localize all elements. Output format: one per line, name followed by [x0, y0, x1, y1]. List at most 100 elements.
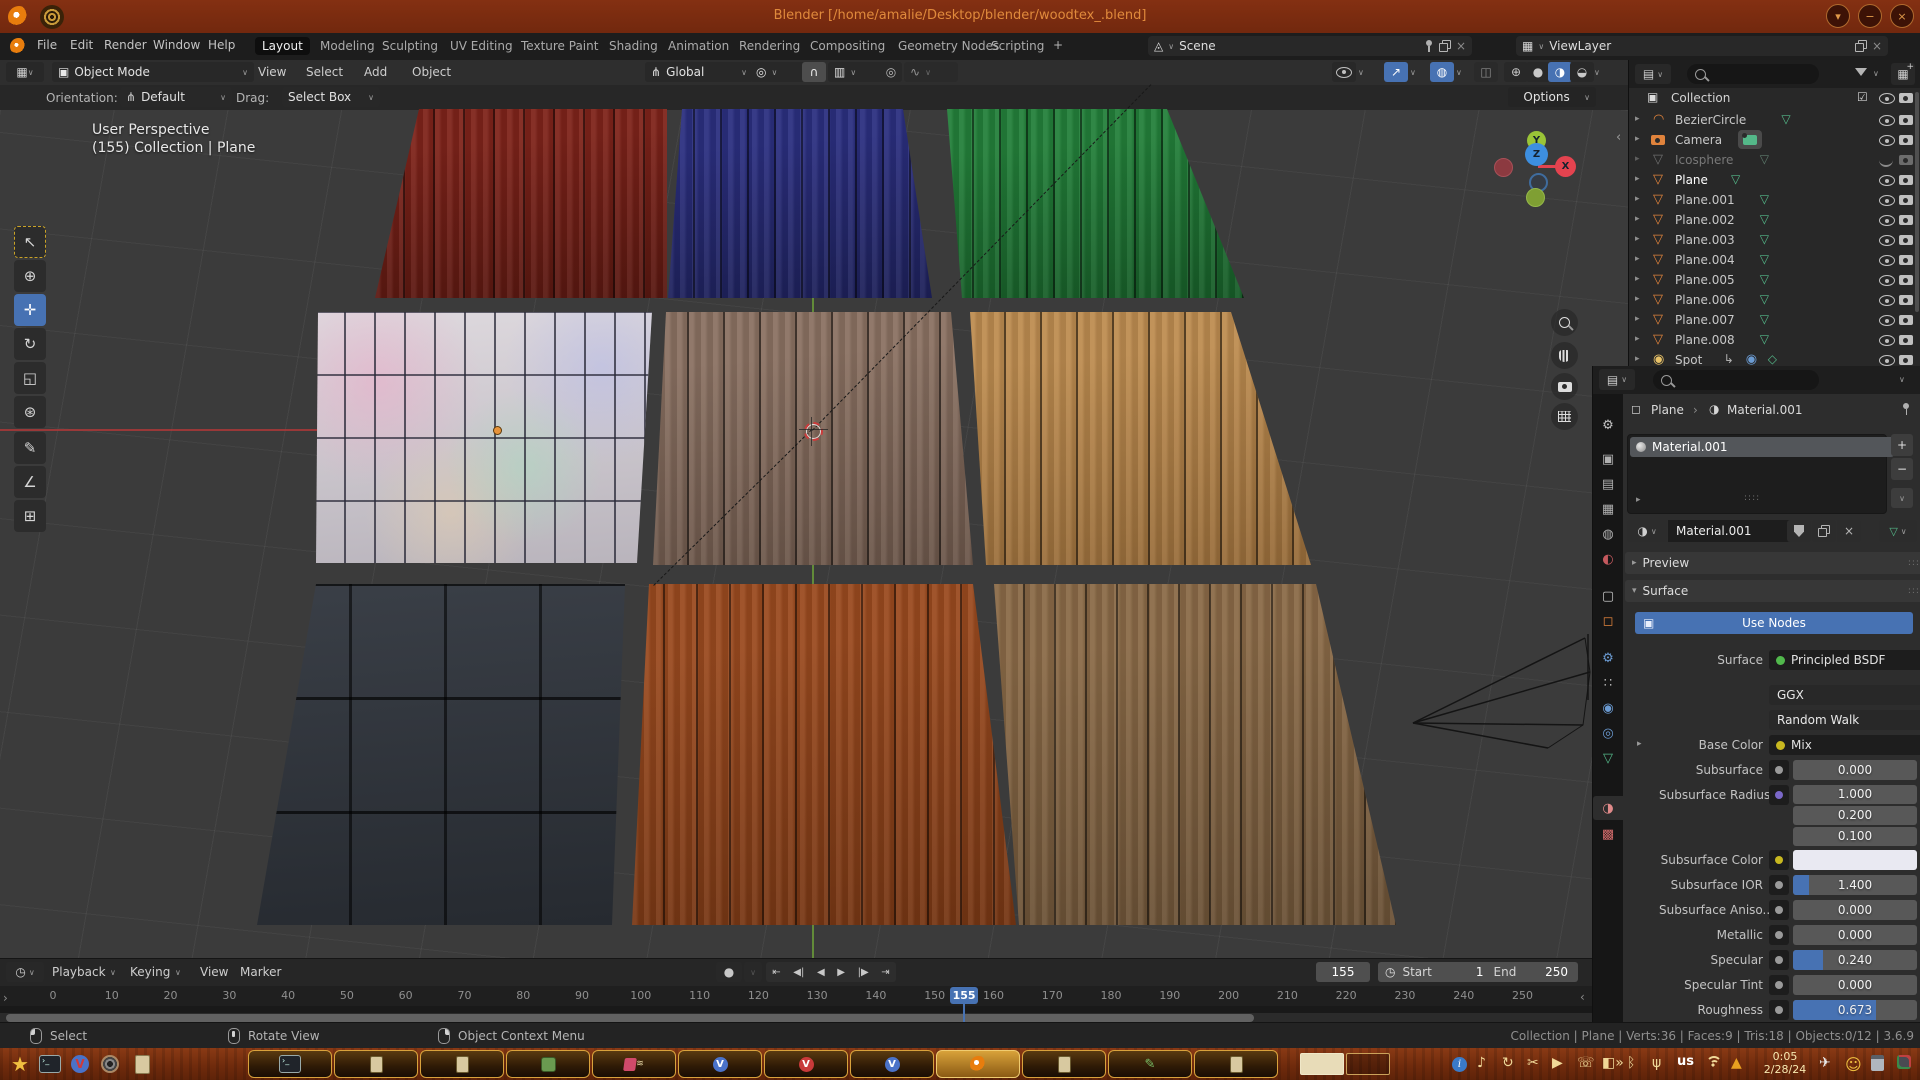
snap-target-dropdown[interactable]: ▥∨ [828, 62, 884, 82]
outliner-row[interactable]: ▸▽Plane.007▽ [1629, 310, 1920, 330]
outliner-row[interactable]: ▸▽Plane.001▽ [1629, 190, 1920, 210]
disclosure-triangle-icon[interactable]: ▸ [1635, 154, 1640, 164]
disclosure-triangle-icon[interactable]: ▸ [1635, 234, 1640, 244]
eye-icon[interactable] [1879, 275, 1895, 286]
properties-tab-view-layer[interactable]: ▦ [1593, 497, 1623, 521]
disclosure-triangle-icon[interactable]: ▸ [1635, 214, 1640, 224]
properties-tab-scene[interactable]: ◍ [1593, 522, 1623, 546]
autokey-record-button[interactable]: ● [716, 962, 742, 982]
material-name-field[interactable]: Material.001 [1668, 520, 1802, 542]
eye-icon[interactable] [1879, 315, 1895, 326]
eye-icon[interactable] [1879, 235, 1895, 246]
plane-white[interactable] [316, 312, 652, 563]
eye-icon[interactable] [1879, 115, 1895, 126]
object-name[interactable]: Plane.006 [1675, 293, 1735, 307]
properties-tab-object[interactable]: ◻ [1593, 609, 1623, 633]
timeline-menu-keying[interactable]: Keying [130, 965, 170, 979]
slider-metallic[interactable]: 0.000 [1793, 925, 1917, 945]
sidebar-collapse-arrow[interactable]: ‹ [1616, 130, 1621, 145]
menu-edit[interactable]: Edit [70, 38, 93, 52]
grip-handle[interactable]: :::: [1908, 558, 1920, 568]
gizmo-toggle[interactable]: ↗ [1384, 62, 1408, 82]
previous-keyframe-button[interactable]: ◀| [793, 967, 804, 978]
restore-button[interactable]: − [1858, 4, 1882, 28]
camera-excluded-icon[interactable] [1899, 155, 1913, 165]
viewlayer-selector[interactable]: ▦∨ ViewLayer × [1516, 36, 1888, 56]
outliner-row[interactable]: ▸Camera [1629, 130, 1920, 150]
gizmo-axis-x[interactable]: X [1555, 156, 1576, 177]
camera-toggle-icon[interactable] [1899, 215, 1913, 225]
slider-subsurface-radius-1[interactable]: 0.200 [1793, 806, 1917, 825]
timeline-editor-type-button[interactable]: ◷∨ [6, 962, 44, 982]
shading-wireframe-button[interactable]: ⊕ [1504, 62, 1528, 82]
field-ggx[interactable]: GGX∨ [1769, 685, 1920, 705]
plane-rust[interactable] [632, 584, 1016, 925]
tool-rotate-button[interactable]: ↻ [14, 328, 46, 360]
collection-name[interactable]: Collection [1671, 91, 1730, 105]
timeline-menu-marker[interactable]: Marker [240, 965, 281, 979]
outliner-row[interactable]: ▸▽Plane.003▽ [1629, 230, 1920, 250]
tab-sculpting[interactable]: Sculpting [375, 37, 445, 55]
plane-tan[interactable] [970, 312, 1311, 565]
tray-scissors-icon[interactable]: ✂ [1527, 1055, 1539, 1071]
chevron-down-icon[interactable]: ∨ [1358, 68, 1364, 77]
tool-cursor-button[interactable]: ⊕ [14, 260, 46, 292]
viewport-menu-add[interactable]: Add [364, 65, 387, 79]
orientation-dropdown[interactable]: ⋔ Default ∨ [120, 87, 232, 107]
tab-uv-editing[interactable]: UV Editing [443, 37, 520, 55]
properties-search-input[interactable] [1653, 370, 1819, 390]
copy-material-button[interactable] [1812, 520, 1836, 542]
camera-toggle-icon[interactable] [1899, 275, 1913, 285]
snap-magnet-toggle[interactable]: ∩ [802, 62, 826, 82]
input-toggle-subsurface-radius[interactable] [1769, 785, 1789, 805]
disclosure-triangle-icon[interactable]: ▸ [1635, 294, 1640, 304]
outliner-row[interactable]: ▸▽Plane.005▽ [1629, 270, 1920, 290]
properties-tab-physics[interactable]: ◉ [1593, 696, 1623, 720]
grip-handle[interactable]: :::: [1908, 586, 1920, 596]
slider-subsurface-aniso-[interactable]: 0.000 [1793, 900, 1917, 920]
tool-annotate-button[interactable]: ✎ [14, 432, 46, 464]
viewport-menu-select[interactable]: Select [306, 65, 343, 79]
properties-tab-output[interactable]: ▤ [1593, 472, 1623, 496]
breadcrumb-object[interactable]: Plane [1651, 403, 1684, 417]
tray-keyboard-layout[interactable]: us [1677, 1054, 1694, 1069]
input-toggle-subsurface-aniso-[interactable] [1769, 900, 1789, 920]
jump-to-end-button[interactable]: ⇥ [881, 967, 889, 978]
node-filter-button[interactable]: ▽∨ [1879, 520, 1917, 542]
taskbar-window-file[interactable] [1022, 1050, 1106, 1078]
eye-icon[interactable] [1879, 215, 1895, 226]
plane-red[interactable] [375, 109, 667, 298]
object-name[interactable]: Plane.007 [1675, 313, 1735, 327]
camera-toggle-icon[interactable] [1899, 355, 1913, 365]
shading-rendered-button[interactable]: ◒ [1570, 62, 1594, 82]
disclosure-triangle-icon[interactable]: ▸ [1635, 274, 1640, 284]
tab-modeling[interactable]: Modeling [313, 37, 382, 55]
autokey-options-chevron[interactable]: ∨ [744, 962, 762, 982]
current-frame-field[interactable]: 155 [1316, 962, 1370, 982]
pin-icon[interactable] [1901, 402, 1911, 416]
eye-closed-icon[interactable] [1879, 158, 1893, 167]
filter-icon[interactable] [1855, 68, 1867, 76]
disclosure-triangle-icon[interactable]: ▸ [1636, 495, 1641, 505]
new-collection-button[interactable]: ▦+ [1891, 63, 1915, 85]
launcher-menu-star[interactable]: ★ [8, 1053, 32, 1075]
proportional-editing-toggle[interactable]: ◎ [880, 62, 902, 82]
gizmo-axis-z-neg[interactable] [1526, 188, 1545, 207]
input-toggle-metallic[interactable] [1769, 925, 1789, 945]
launcher-video-player[interactable]: V [68, 1053, 92, 1075]
menu-file[interactable]: File [37, 38, 57, 52]
taskbar-window-v-blue[interactable]: V [850, 1050, 934, 1078]
properties-tab-collection[interactable]: ▢ [1593, 584, 1623, 608]
checkbox-icon[interactable]: ☑ [1857, 90, 1868, 104]
slider-subsurface[interactable]: 0.000 [1793, 760, 1917, 780]
workspace-pager-2[interactable] [1346, 1053, 1390, 1075]
properties-tab-texture[interactable]: ▩ [1593, 822, 1623, 846]
tool-move-button[interactable]: ✛ [14, 294, 46, 326]
disclosure-triangle-icon[interactable]: ▸ [1635, 354, 1640, 364]
disclosure-triangle-icon[interactable]: ▸ [1635, 334, 1640, 344]
camera-toggle-icon[interactable] [1899, 295, 1913, 305]
start-value[interactable]: 1 [1432, 965, 1494, 979]
properties-tab-material[interactable]: ◑ [1593, 796, 1623, 820]
play-reverse-button[interactable]: ◀ [817, 967, 825, 978]
add-slot-button[interactable]: + [1891, 434, 1913, 456]
